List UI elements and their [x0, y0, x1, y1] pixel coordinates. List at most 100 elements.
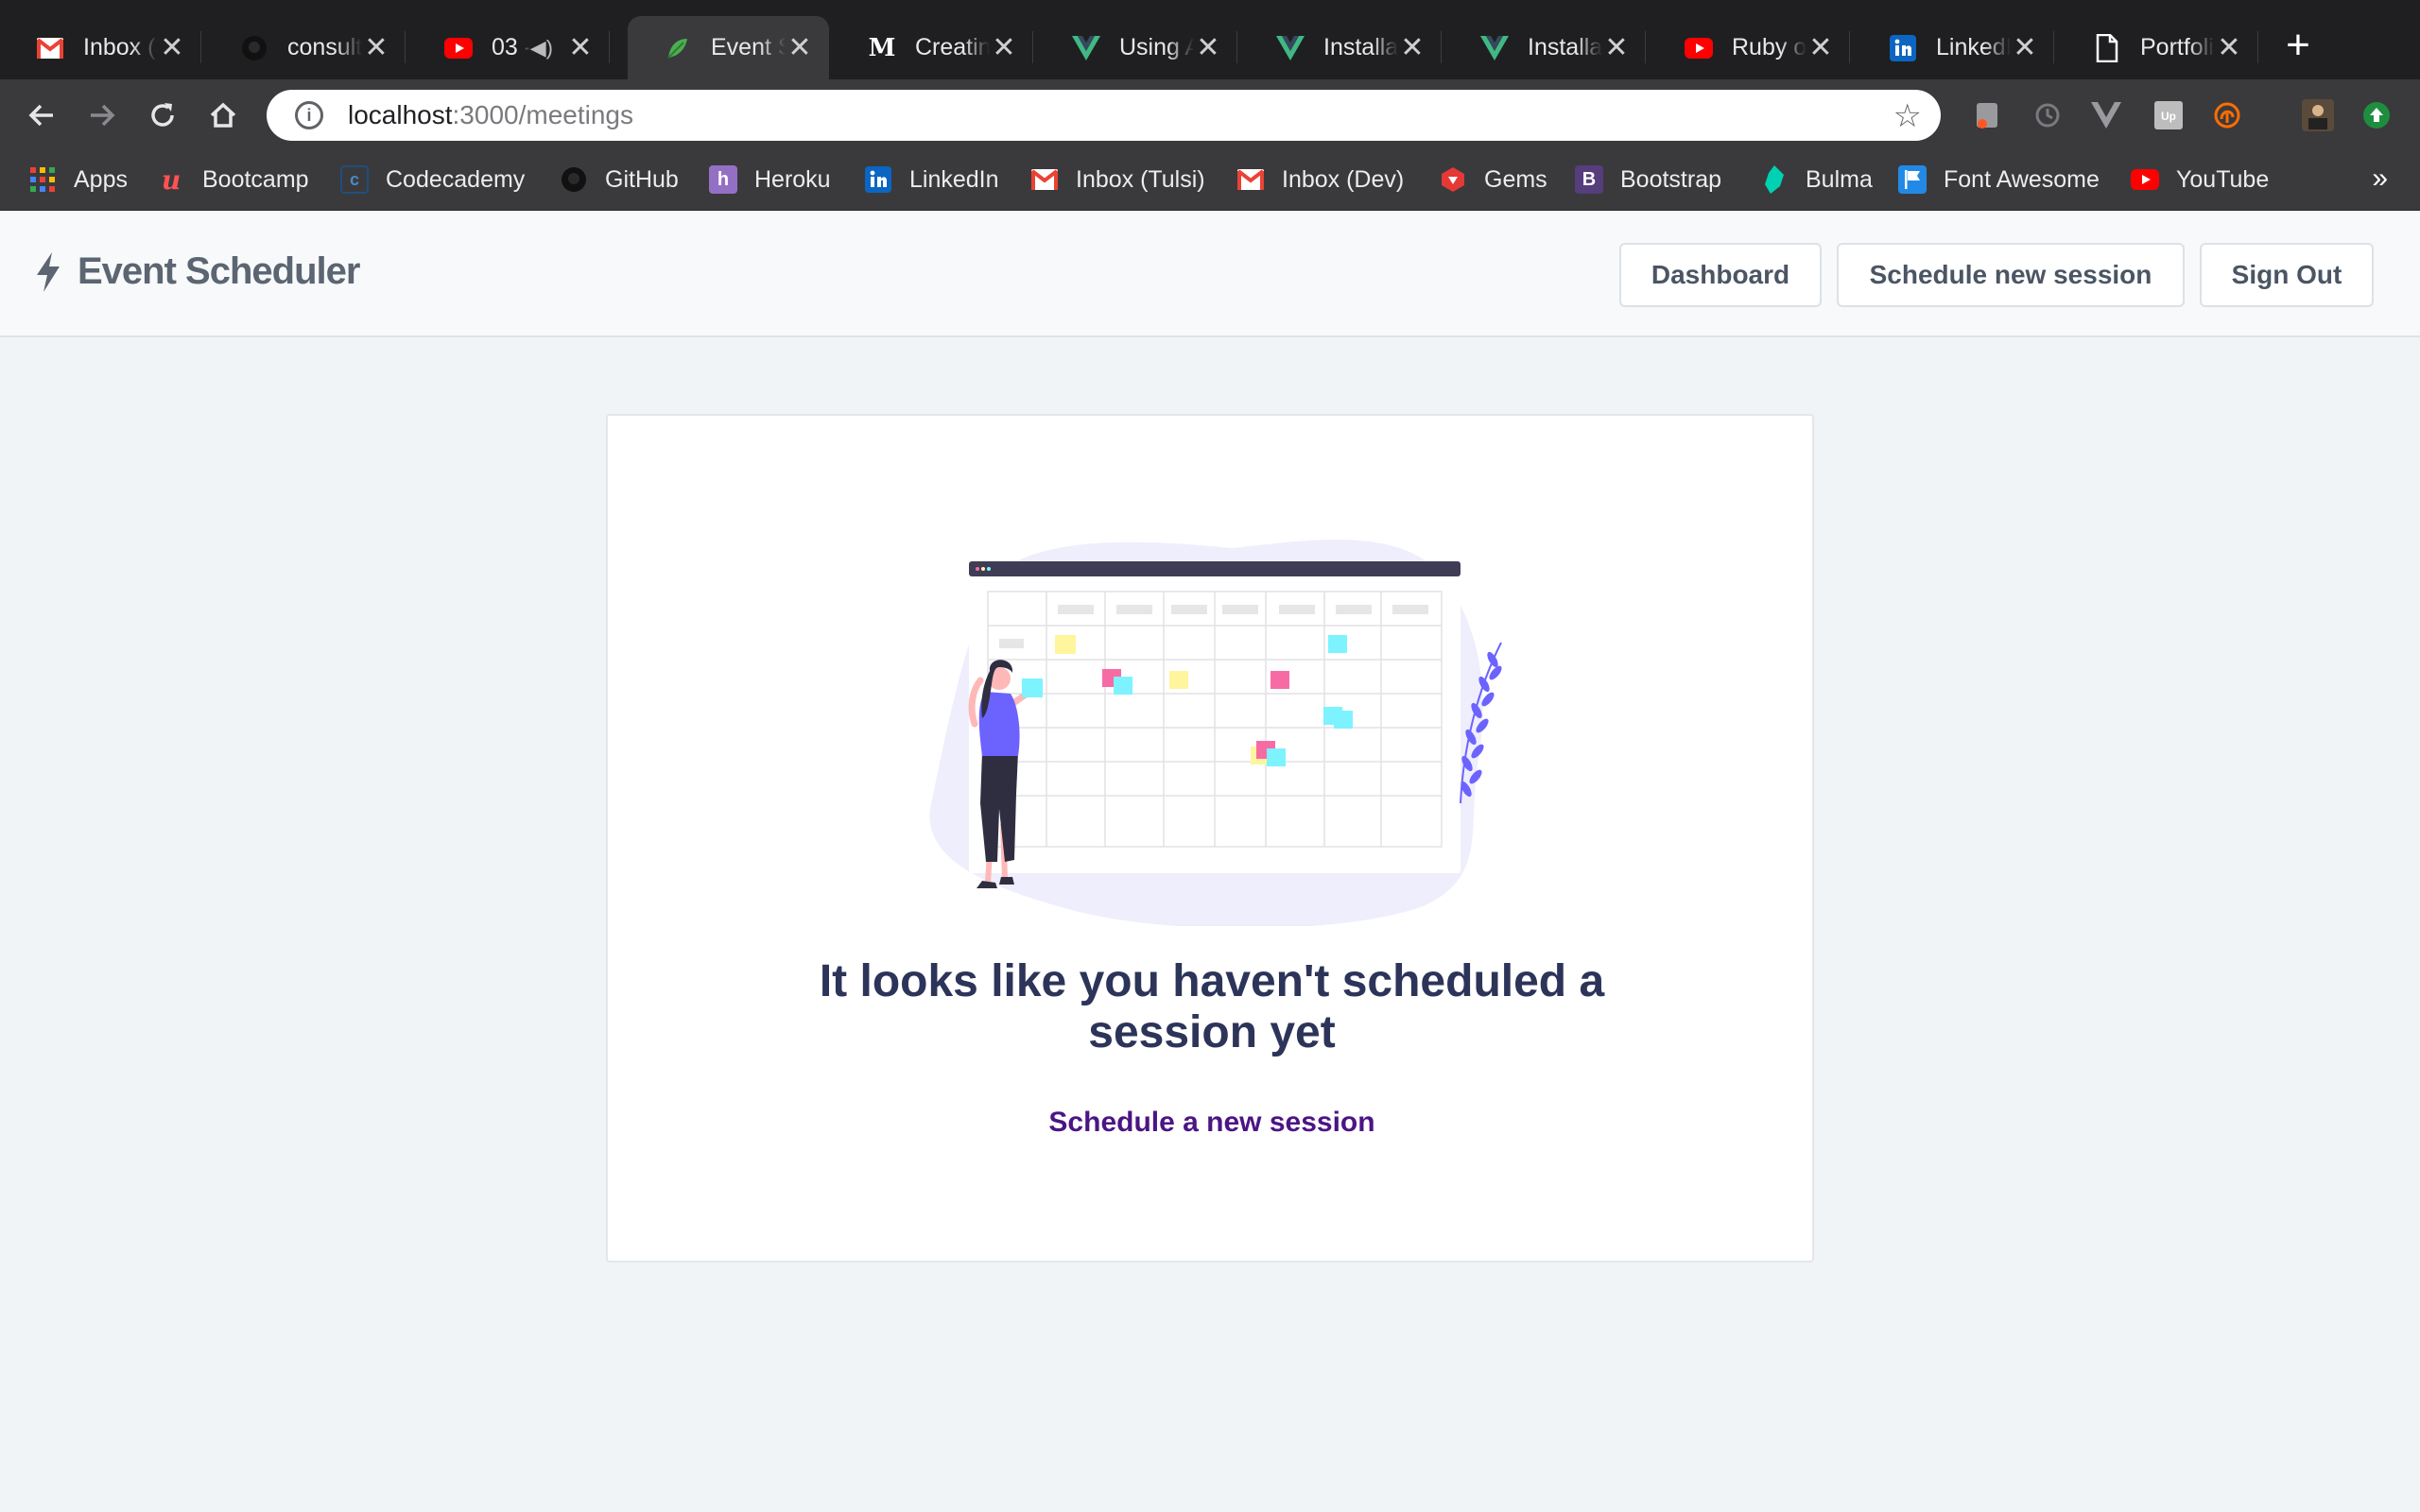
bookmark-bulma[interactable]: Bulma [1760, 161, 1873, 198]
github-icon [240, 34, 268, 62]
brand-logo[interactable]: Event Scheduler [34, 250, 360, 293]
tab-youtube-ruby[interactable]: Ruby or ✕ [1649, 16, 1850, 79]
bookmark-inbox-dev[interactable]: Inbox (Dev) [1236, 161, 1404, 198]
address-path: :3000/meetings [452, 100, 633, 129]
empty-state-headline: It looks like you haven't scheduled a se… [819, 956, 1605, 1057]
youtube-icon [1685, 34, 1713, 62]
github-icon [560, 165, 588, 194]
empty-state-card: It looks like you haven't scheduled a se… [606, 414, 1814, 1263]
gmail-icon [1236, 165, 1265, 194]
address-bar[interactable]: i localhost:3000/meetings ☆ [267, 90, 1941, 141]
leaf-icon [664, 34, 692, 62]
bookmark-font-awesome[interactable]: Font Awesome [1898, 161, 2100, 198]
forward-icon[interactable] [79, 93, 125, 138]
back-icon[interactable] [19, 93, 64, 138]
schedule-new-session-link[interactable]: Schedule a new session [608, 1107, 1816, 1139]
schedule-new-session-button[interactable]: Schedule new session [1837, 243, 2185, 307]
vue-icon [1276, 34, 1305, 62]
bookmarks-overflow-button[interactable]: » [2372, 163, 2388, 195]
bookmark-linkedin[interactable]: LinkedIn [864, 161, 999, 198]
youtube-icon [444, 34, 473, 62]
sticky-note [1055, 635, 1076, 654]
document-icon [2093, 33, 2121, 62]
flag-icon [1898, 165, 1927, 194]
brand-name: Event Scheduler [78, 250, 360, 292]
linkedin-icon [864, 165, 892, 194]
close-icon[interactable]: ✕ [990, 33, 1018, 62]
gmail-icon [1030, 165, 1059, 194]
close-icon[interactable]: ✕ [362, 33, 390, 62]
home-icon[interactable] [200, 93, 246, 138]
tab-linkedin[interactable]: LinkedI ✕ [1853, 16, 2054, 79]
close-icon[interactable]: ✕ [1806, 33, 1835, 62]
tab-portfolio[interactable]: Portfoli ✕ [2057, 16, 2258, 79]
close-icon[interactable]: ✕ [2011, 33, 2039, 62]
heroku-icon: h [709, 165, 737, 194]
tab-medium-creating[interactable]: M Creating ✕ [832, 16, 1033, 79]
calendar-illustration [929, 540, 1502, 926]
address-host: localhost [348, 100, 453, 129]
tab-inbox[interactable]: Inbox (3 ✕ [0, 16, 201, 79]
vue-icon [1072, 34, 1100, 62]
extension-fingerprint-icon[interactable] [2210, 98, 2244, 132]
close-icon[interactable]: ✕ [158, 33, 186, 62]
browser-tab-strip: Inbox (3 ✕ consult ✕ 03 - ◀) ✕ Event S ✕… [0, 0, 2420, 79]
bolt-icon [37, 251, 60, 292]
youtube-icon [2131, 165, 2159, 194]
medium-icon: M [868, 33, 896, 62]
bookmark-github[interactable]: GitHub [560, 161, 679, 198]
sticky-note [1328, 635, 1347, 653]
extension-sync-icon[interactable] [2031, 98, 2065, 132]
svg-text:Up: Up [2161, 110, 2176, 123]
extension-vue-devtools-icon[interactable] [2089, 98, 2123, 132]
bookmark-apps[interactable]: Apps [28, 161, 128, 198]
info-icon[interactable]: i [295, 101, 323, 129]
app-navbar: Event Scheduler Dashboard Schedule new s… [0, 211, 2420, 337]
bulma-icon [1760, 165, 1789, 194]
reload-icon[interactable] [140, 93, 185, 138]
sticky-note [1114, 677, 1132, 695]
gem-icon [1439, 165, 1467, 194]
tab-consult[interactable]: consult ✕ [204, 16, 406, 79]
apps-grid-icon [28, 165, 57, 194]
close-icon[interactable]: ✕ [1398, 33, 1426, 62]
bookmark-star-icon[interactable]: ☆ [1893, 97, 1922, 135]
extension-upwork-icon[interactable]: Up [2152, 98, 2186, 132]
browser-toolbar: i localhost:3000/meetings ☆ Up [0, 79, 2420, 151]
extension-music-icon[interactable] [1970, 98, 2004, 132]
close-icon[interactable]: ✕ [1194, 33, 1222, 62]
tab-vue-installation-2[interactable]: Installat ✕ [1444, 16, 1646, 79]
tab-youtube-03[interactable]: 03 - ◀) ✕ [408, 16, 610, 79]
bootstrap-icon: B [1575, 165, 1603, 194]
sticky-note [1267, 748, 1286, 766]
codecademy-icon: c [340, 165, 369, 194]
bookmark-bootcamp[interactable]: u Bootcamp [157, 161, 309, 198]
illustration-window-bar [969, 561, 1461, 576]
bookmark-youtube[interactable]: YouTube [2131, 161, 2269, 198]
gmail-icon [36, 34, 64, 62]
bookmark-inbox-tulsi[interactable]: Inbox (Tulsi) [1030, 161, 1205, 198]
sign-out-button[interactable]: Sign Out [2200, 243, 2374, 307]
sticky-note [1334, 711, 1353, 729]
close-icon[interactable]: ✕ [786, 33, 814, 62]
bookmark-bootstrap[interactable]: B Bootstrap [1575, 161, 1721, 198]
tab-vue-installation-1[interactable]: Installat ✕ [1240, 16, 1442, 79]
dashboard-button[interactable]: Dashboard [1619, 243, 1822, 307]
close-icon[interactable]: ✕ [566, 33, 595, 62]
profile-avatar[interactable] [2301, 98, 2335, 132]
bookmark-gems[interactable]: Gems [1439, 161, 1547, 198]
sticky-note [1270, 671, 1289, 689]
bootcamp-icon: u [161, 163, 182, 196]
speaker-icon[interactable]: ◀) [530, 36, 553, 60]
close-icon[interactable]: ✕ [2215, 33, 2243, 62]
bookmarks-bar: Apps u Bootcamp c Codecademy GitHub h He… [0, 151, 2420, 211]
sticky-note [1169, 671, 1188, 689]
vue-icon [1480, 34, 1509, 62]
tab-vue-using[interactable]: Using A ✕ [1036, 16, 1237, 79]
tab-event-scheduler[interactable]: Event S ✕ [628, 16, 829, 79]
bookmark-codecademy[interactable]: c Codecademy [340, 161, 525, 198]
update-icon[interactable] [2360, 98, 2394, 132]
close-icon[interactable]: ✕ [1602, 33, 1631, 62]
bookmark-heroku[interactable]: h Heroku [709, 161, 831, 198]
new-tab-button[interactable]: + [2274, 23, 2322, 70]
